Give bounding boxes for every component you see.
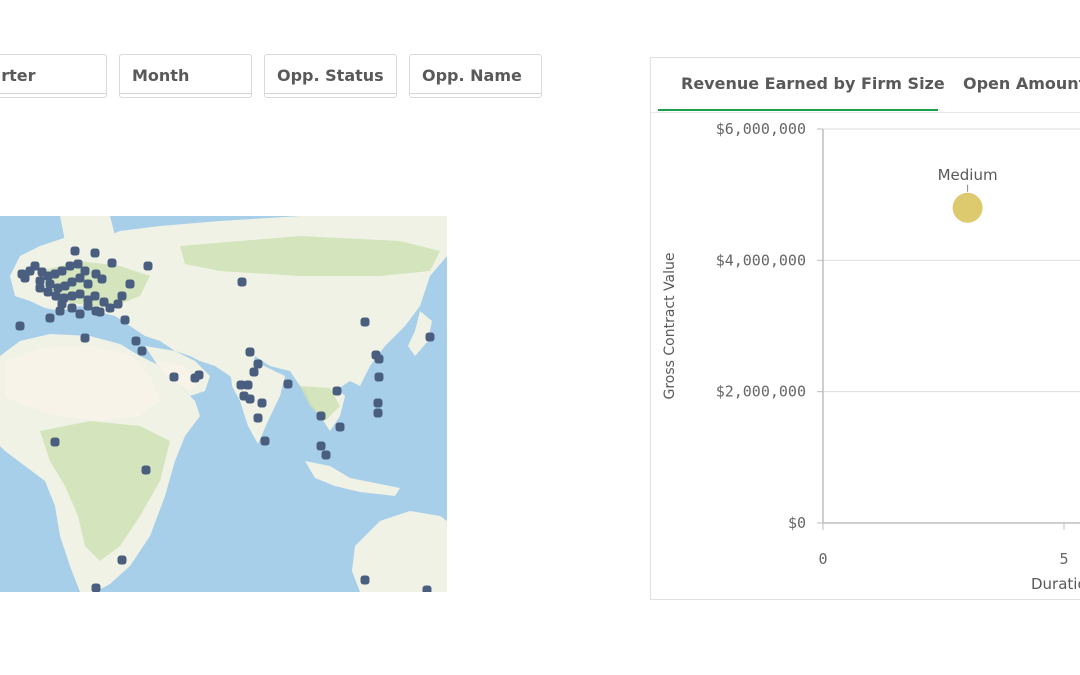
y-tick-label: $6,000,000 xyxy=(716,120,806,138)
map-point[interactable] xyxy=(75,273,85,283)
map-point[interactable] xyxy=(249,367,259,377)
map-point[interactable] xyxy=(43,287,53,297)
y-gridlines xyxy=(817,128,1080,524)
y-axis-label: Gross Contract Value xyxy=(662,252,678,399)
map-point[interactable] xyxy=(137,346,147,356)
filter-underline xyxy=(410,93,541,94)
map-point[interactable] xyxy=(45,313,55,323)
map-point[interactable] xyxy=(425,332,435,342)
map-point[interactable] xyxy=(373,408,383,418)
map-point[interactable] xyxy=(422,585,432,593)
map-point[interactable] xyxy=(90,291,100,301)
map-point[interactable] xyxy=(243,380,253,390)
map-point[interactable] xyxy=(257,398,267,408)
x-tick-label: 5 xyxy=(1059,550,1068,568)
filter-month[interactable]: Month xyxy=(119,54,252,98)
map-point[interactable] xyxy=(335,422,345,432)
scatter-chart-panel: Revenue Earned by Firm Size Open Amount … xyxy=(650,57,1080,600)
map-chart[interactable] xyxy=(0,216,447,592)
chart-points: Medium xyxy=(938,166,998,223)
x-tick-labels: 05 xyxy=(818,523,1069,568)
map-canvas[interactable] xyxy=(0,216,447,592)
map-point[interactable] xyxy=(332,386,342,396)
map-point[interactable] xyxy=(65,261,75,271)
y-tick-label: $4,000,000 xyxy=(716,251,806,269)
map-point[interactable] xyxy=(67,291,77,301)
map-point[interactable] xyxy=(113,299,123,309)
map-point[interactable] xyxy=(373,398,383,408)
filter-opp-name-label: Opp. Name xyxy=(422,66,522,85)
map-point[interactable] xyxy=(260,436,270,446)
filter-opp-status[interactable]: Opp. Status xyxy=(264,54,397,98)
map-point[interactable] xyxy=(194,370,204,380)
map-point[interactable] xyxy=(67,277,77,287)
filter-quarter[interactable]: uarter xyxy=(0,54,107,98)
filter-underline xyxy=(120,93,251,94)
map-point[interactable] xyxy=(125,279,135,289)
map-point[interactable] xyxy=(316,441,326,451)
filter-opp-name[interactable]: Opp. Name xyxy=(409,54,542,98)
map-point[interactable] xyxy=(120,315,130,325)
map-point[interactable] xyxy=(253,413,263,423)
map-point[interactable] xyxy=(105,303,115,313)
map-point[interactable] xyxy=(95,307,105,317)
map-point[interactable] xyxy=(360,575,370,585)
map-point[interactable] xyxy=(131,336,141,346)
filter-month-label: Month xyxy=(132,66,190,85)
map-point[interactable] xyxy=(237,277,247,287)
map-point[interactable] xyxy=(15,321,25,331)
point-label: Medium xyxy=(938,166,998,184)
x-axis-label: Duratio xyxy=(1031,575,1080,593)
scatter-point[interactable] xyxy=(952,192,983,223)
y-tick-label: $0 xyxy=(788,514,806,532)
filter-quarter-label: uarter xyxy=(0,66,36,85)
map-point[interactable] xyxy=(57,266,67,276)
map-point[interactable] xyxy=(91,583,101,593)
map-point[interactable] xyxy=(374,372,384,382)
filter-underline xyxy=(265,93,396,94)
map-point[interactable] xyxy=(45,279,55,289)
map-point[interactable] xyxy=(245,394,255,404)
map-point[interactable] xyxy=(55,306,65,316)
map-point[interactable] xyxy=(117,291,127,301)
filter-opp-status-label: Opp. Status xyxy=(277,66,384,85)
map-point[interactable] xyxy=(283,379,293,389)
map-point[interactable] xyxy=(83,301,93,311)
map-point[interactable] xyxy=(117,555,127,565)
x-tick-label: 0 xyxy=(818,550,827,568)
filter-underline xyxy=(0,93,106,94)
y-tick-labels: $6,000,000 $4,000,000 $2,000,000 $0 xyxy=(716,120,806,532)
map-point[interactable] xyxy=(51,291,61,301)
map-point[interactable] xyxy=(83,279,93,289)
map-point[interactable] xyxy=(321,450,331,460)
map-point[interactable] xyxy=(143,261,153,271)
map-point[interactable] xyxy=(50,437,60,447)
map-point[interactable] xyxy=(253,359,263,369)
map-point[interactable] xyxy=(97,274,107,284)
scatter-chart[interactable]: $6,000,000$4,000,000$2,000,000$0 05 Gros… xyxy=(651,58,1080,600)
map-point[interactable] xyxy=(67,303,77,313)
map-point[interactable] xyxy=(245,347,255,357)
map-point[interactable] xyxy=(169,372,179,382)
map-point[interactable] xyxy=(107,258,117,268)
map-point[interactable] xyxy=(90,248,100,258)
y-tick-label: $2,000,000 xyxy=(716,383,806,401)
map-point[interactable] xyxy=(73,259,83,269)
map-point[interactable] xyxy=(141,465,151,475)
map-point[interactable] xyxy=(75,289,85,299)
map-point[interactable] xyxy=(75,309,85,319)
map-point[interactable] xyxy=(20,273,30,283)
map-point[interactable] xyxy=(316,411,326,421)
map-point[interactable] xyxy=(80,333,90,343)
map-point[interactable] xyxy=(70,246,80,256)
map-point[interactable] xyxy=(35,283,45,293)
map-point[interactable] xyxy=(371,350,381,360)
map-point[interactable] xyxy=(360,317,370,327)
